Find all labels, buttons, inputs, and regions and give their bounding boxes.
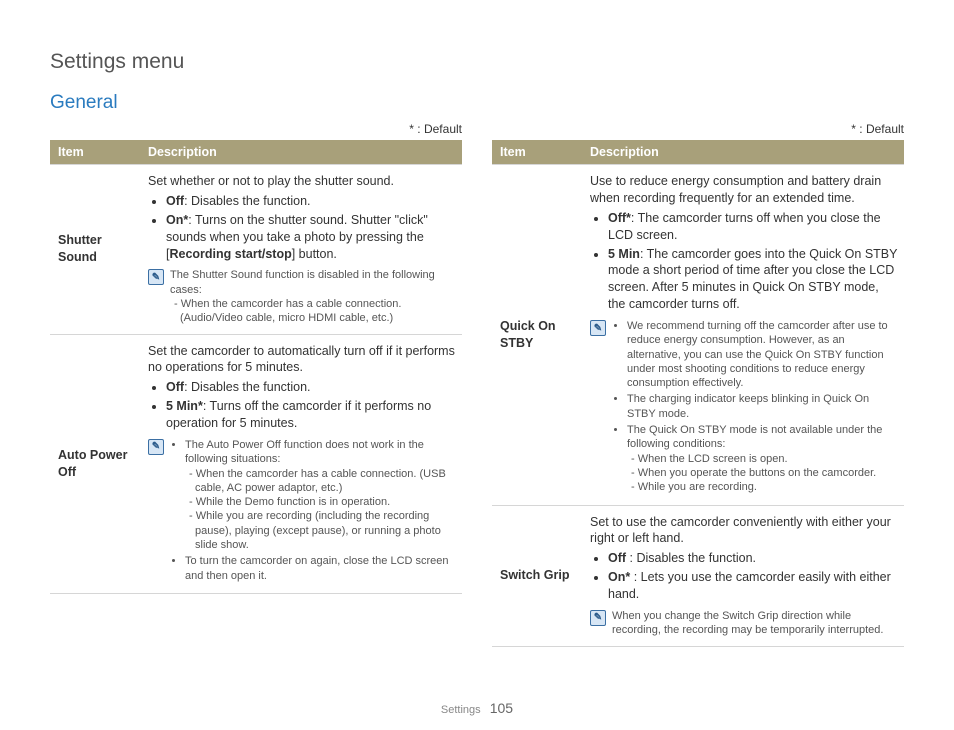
option-list: Off*: The camcorder turns off when you c… (590, 210, 898, 313)
note-icon: ✎ (148, 269, 164, 285)
list-item: Off : Disables the function. (608, 550, 898, 567)
option-list: Off: Disables the function. 5 Min*: Turn… (148, 379, 456, 432)
note-lead: When you change the Switch Grip directio… (612, 609, 898, 638)
item-label: Auto Power Off (50, 334, 140, 593)
default-legend: * : Default (492, 122, 904, 136)
note-box: ✎ The Shutter Sound function is disabled… (148, 268, 456, 325)
footer-section: Settings (441, 704, 481, 716)
note-icon: ✎ (590, 610, 606, 626)
default-legend: * : Default (50, 122, 462, 136)
col-header-item: Item (492, 140, 582, 165)
desc-intro: Set whether or not to play the shutter s… (148, 173, 456, 190)
note-icon: ✎ (148, 439, 164, 455)
item-label: Switch Grip (492, 505, 582, 646)
item-label: Quick On STBY (492, 165, 582, 506)
option-list: Off : Disables the function. On* : Lets … (590, 550, 898, 603)
item-desc: Set to use the camcorder conveniently wi… (582, 505, 904, 646)
settings-table-right: Item Description Quick On STBY Use to re… (492, 140, 904, 647)
note-box: ✎ When you change the Switch Grip direct… (590, 609, 898, 638)
list-item: Off: Disables the function. (166, 379, 456, 396)
note-item: The Quick On STBY mode is not available … (627, 423, 898, 494)
note-item: The Auto Power Off function does not wor… (185, 438, 456, 552)
item-desc: Use to reduce energy consumption and bat… (582, 165, 904, 506)
note-item: To turn the camcorder on again, close th… (185, 554, 456, 583)
page-title: Settings menu (50, 50, 904, 74)
col-header-desc: Description (582, 140, 904, 165)
list-item: Off*: The camcorder turns off when you c… (608, 210, 898, 244)
page-footer: Settings 105 (0, 700, 954, 716)
desc-intro: Use to reduce energy consumption and bat… (590, 173, 898, 207)
note-item: The charging indicator keeps blinking in… (627, 392, 898, 421)
item-desc: Set the camcorder to automatically turn … (140, 334, 462, 593)
note-line: - When the camcorder has a cable connect… (170, 297, 456, 326)
table-row: Shutter Sound Set whether or not to play… (50, 165, 462, 335)
left-column: * : Default Item Description Shutter Sou… (50, 122, 462, 647)
col-header-item: Item (50, 140, 140, 165)
item-label: Shutter Sound (50, 165, 140, 335)
option-list: Off: Disables the function. On*: Turns o… (148, 193, 456, 263)
right-column: * : Default Item Description Quick On ST… (492, 122, 904, 647)
table-row: Quick On STBY Use to reduce energy consu… (492, 165, 904, 506)
note-item: We recommend turning off the camcorder a… (627, 319, 898, 390)
section-title: General (50, 92, 904, 114)
page-number: 105 (490, 700, 513, 716)
list-item: 5 Min*: Turns off the camcorder if it pe… (166, 398, 456, 432)
list-item: On*: Turns on the shutter sound. Shutter… (166, 212, 456, 263)
note-box: ✎ We recommend turning off the camcorder… (590, 319, 898, 497)
table-row: Auto Power Off Set the camcorder to auto… (50, 334, 462, 593)
desc-intro: Set the camcorder to automatically turn … (148, 343, 456, 377)
note-box: ✎ The Auto Power Off function does not w… (148, 438, 456, 585)
settings-table-left: Item Description Shutter Sound Set wheth… (50, 140, 462, 594)
list-item: Off: Disables the function. (166, 193, 456, 210)
list-item: On* : Lets you use the camcorder easily … (608, 569, 898, 603)
table-row: Switch Grip Set to use the camcorder con… (492, 505, 904, 646)
item-desc: Set whether or not to play the shutter s… (140, 165, 462, 335)
list-item: 5 Min: The camcorder goes into the Quick… (608, 246, 898, 314)
col-header-desc: Description (140, 140, 462, 165)
desc-intro: Set to use the camcorder conveniently wi… (590, 514, 898, 548)
note-lead: The Shutter Sound function is disabled i… (170, 268, 456, 297)
note-icon: ✎ (590, 320, 606, 336)
document-page: Settings menu General * : Default Item D… (0, 0, 954, 730)
content-columns: * : Default Item Description Shutter Sou… (50, 122, 904, 647)
